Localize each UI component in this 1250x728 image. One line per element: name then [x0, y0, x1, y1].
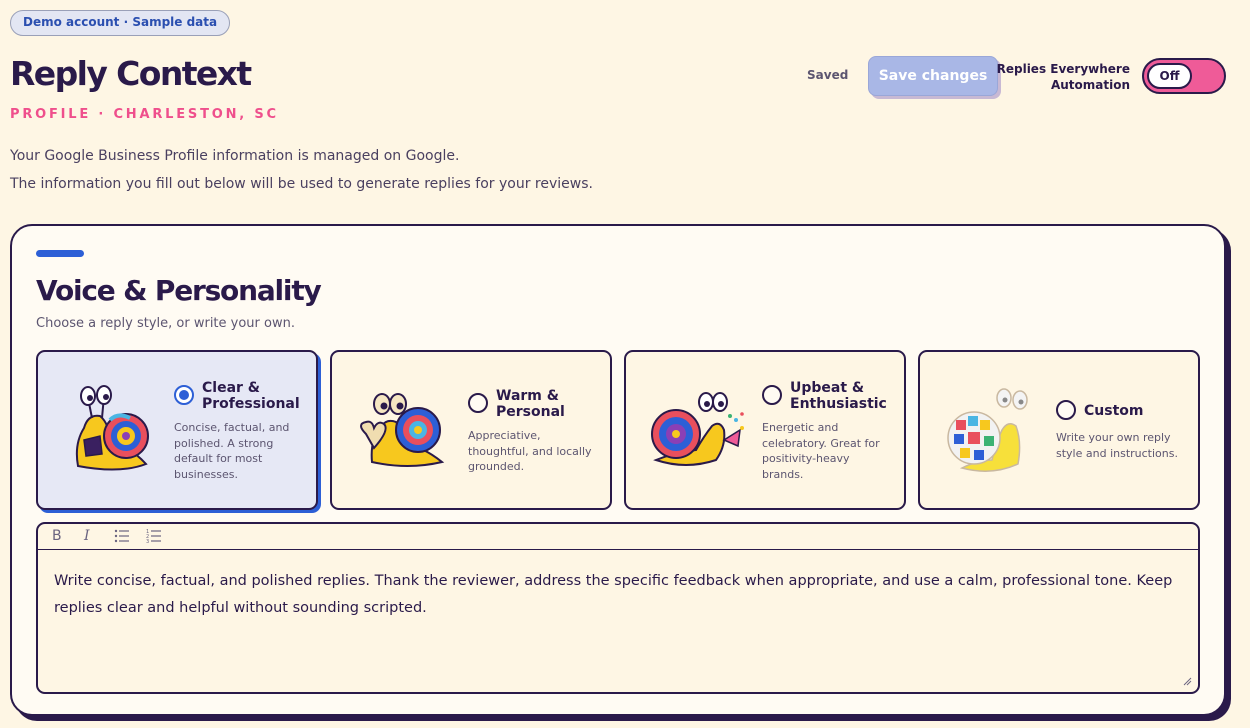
resize-handle-icon[interactable] — [1182, 676, 1192, 686]
style-name: Warm & Personal — [496, 388, 565, 420]
bold-icon[interactable]: B — [52, 526, 62, 546]
style-name: Upbeat & Enthusiastic — [790, 380, 887, 412]
section-accent-bar — [36, 250, 84, 257]
automation-label-line1: Replies Everywhere — [996, 62, 1130, 76]
style-option-custom[interactable]: Custom Write your own reply style and in… — [918, 350, 1200, 510]
snail-custom-icon — [947, 388, 1028, 472]
style-description: Appreciative, thoughtful, and locally gr… — [468, 429, 592, 473]
svg-text:3: 3 — [146, 539, 149, 543]
reply-style-editor[interactable]: B I 123 Write concise, factual, and poli… — [36, 522, 1200, 694]
radio-custom[interactable] — [1056, 400, 1076, 420]
snail-professional-icon — [75, 385, 149, 471]
page-title: Reply Context — [10, 54, 252, 93]
profile-location-subtitle: PROFILE · CHARLESTON, SC — [10, 107, 279, 122]
save-changes-button[interactable]: Save changes — [868, 56, 998, 96]
style-name: Clear & Professional — [202, 380, 300, 412]
section-title: Voice & Personality — [36, 274, 322, 307]
section-subtitle: Choose a reply style, or write your own. — [36, 316, 295, 331]
italic-icon[interactable]: I — [84, 526, 90, 546]
voice-personality-card: Voice & Personality Choose a reply style… — [10, 224, 1226, 716]
editor-content[interactable]: Write concise, factual, and polished rep… — [54, 568, 1184, 622]
numbered-list-icon[interactable]: 123 — [146, 529, 162, 549]
style-option-warm-personal[interactable]: Warm & Personal Appreciative, thoughtful… — [330, 350, 612, 510]
automation-label-line2: Automation — [1050, 78, 1130, 92]
bullet-list-icon[interactable] — [114, 529, 130, 549]
demo-account-badge: Demo account · Sample data — [10, 10, 231, 36]
style-option-upbeat-enthusiastic[interactable]: Upbeat & Enthusiastic Energetic and cele… — [624, 350, 906, 510]
toggle-knob: Off — [1147, 63, 1192, 89]
style-name: Custom — [1084, 403, 1144, 419]
radio-upbeat-enthusiastic[interactable] — [762, 385, 782, 405]
automation-label: Replies Everywhere Automation — [997, 61, 1130, 93]
style-description: Concise, factual, and polished. A strong… — [174, 421, 290, 481]
editor-toolbar: B I 123 — [38, 524, 1198, 550]
snail-upbeat-icon — [651, 392, 744, 466]
info-text-usage: The information you fill out below will … — [10, 176, 593, 192]
automation-toggle[interactable]: Off — [1142, 58, 1226, 94]
style-description: Energetic and celebratory. Great for pos… — [762, 421, 880, 481]
snail-warm-icon — [360, 393, 445, 467]
radio-clear-professional[interactable] — [174, 385, 194, 405]
radio-warm-personal[interactable] — [468, 393, 488, 413]
info-text-google: Your Google Business Profile information… — [10, 148, 460, 164]
style-option-clear-professional[interactable]: Clear & Professional Concise, factual, a… — [36, 350, 318, 510]
saved-status: Saved — [807, 68, 849, 82]
style-description: Write your own reply style and instructi… — [1056, 431, 1178, 460]
